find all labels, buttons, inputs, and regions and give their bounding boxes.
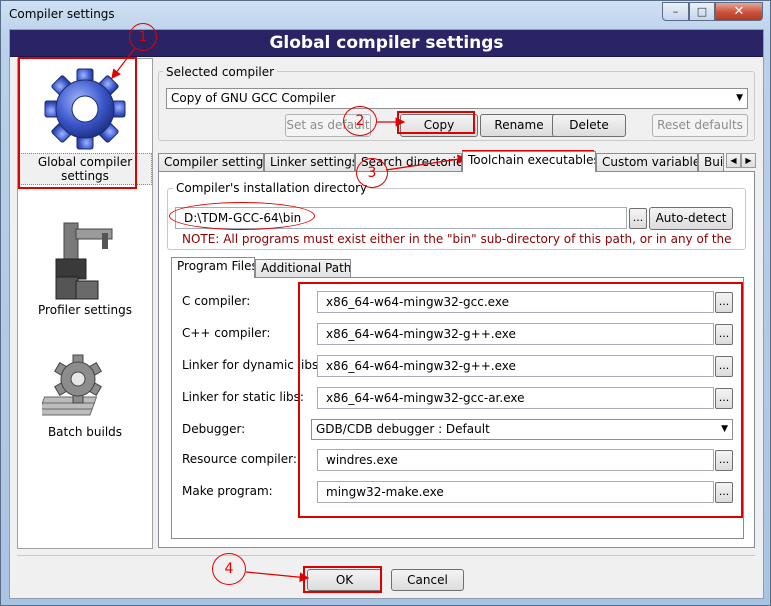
program-label: Resource compiler: xyxy=(182,452,297,466)
c-compiler-browse-button[interactable]: ... xyxy=(715,292,733,313)
compiler-select-value: Copy of GNU GCC Compiler xyxy=(171,91,336,105)
debugger-select-value: GDB/CDB debugger : Default xyxy=(316,422,490,436)
cpp-compiler-browse-button[interactable]: ... xyxy=(715,324,733,345)
rename-button[interactable]: Rename xyxy=(480,114,558,137)
copy-button[interactable]: Copy xyxy=(400,114,478,137)
program-label: C compiler: xyxy=(182,294,251,308)
program-label: Linker for dynamic libs: xyxy=(182,358,323,372)
cancel-button[interactable]: Cancel xyxy=(391,569,464,591)
program-label: Debugger: xyxy=(182,422,246,436)
auto-detect-button[interactable]: Auto-detect xyxy=(649,207,733,230)
set-as-default-button[interactable]: Set as default xyxy=(285,114,371,137)
tab-build-options[interactable]: Bui xyxy=(698,153,724,171)
program-label: C++ compiler: xyxy=(182,326,271,340)
chevron-down-icon: ▼ xyxy=(736,93,743,103)
title-bar[interactable]: Compiler settings – □ ✕ xyxy=(1,1,770,29)
gear-icon xyxy=(42,65,128,151)
sidebar-item-global-compiler-settings[interactable]: Global compiler settings xyxy=(18,65,152,185)
cpp-compiler-input[interactable]: x86_64-w64-mingw32-g++.exe xyxy=(317,323,714,345)
tab-toolchain-executables[interactable]: Toolchain executables xyxy=(462,151,596,172)
make-program-input[interactable]: mingw32-make.exe xyxy=(317,481,714,503)
toolchain-tab-page: Compiler's installation directory D:\TDM… xyxy=(158,171,755,548)
resource-compiler-input[interactable]: windres.exe xyxy=(317,449,714,471)
program-label: Linker for static libs: xyxy=(182,390,304,404)
tab-compiler-settings[interactable]: Compiler settings xyxy=(158,153,264,171)
footer-divider xyxy=(17,555,755,556)
static-linker-input[interactable]: x86_64-w64-mingw32-gcc-ar.exe xyxy=(317,387,714,409)
dialog-client-area: Global compiler settings Global compiler… xyxy=(9,29,764,599)
selected-compiler-legend: Selected compiler xyxy=(163,65,278,79)
close-button[interactable]: ✕ xyxy=(715,2,763,21)
resource-compiler-browse-button[interactable]: ... xyxy=(715,450,733,471)
dynamic-linker-input[interactable]: x86_64-w64-mingw32-g++.exe xyxy=(317,355,714,377)
install-dir-legend: Compiler's installation directory xyxy=(173,181,371,195)
sidebar-item-batch-builds[interactable]: Batch builds xyxy=(18,349,152,439)
tab-scroll-left-icon[interactable]: ◀ xyxy=(726,153,741,168)
window-title: Compiler settings xyxy=(9,7,115,21)
debugger-select[interactable]: GDB/CDB debugger : Default ▼ xyxy=(311,419,733,440)
batch-builds-icon xyxy=(37,349,128,423)
tab-scroll-right-icon[interactable]: ▶ xyxy=(741,153,756,168)
dialog-window: Compiler settings – □ ✕ Global compiler … xyxy=(0,0,771,606)
reset-defaults-button[interactable]: Reset defaults xyxy=(652,114,748,137)
program-label: Make program: xyxy=(182,484,273,498)
c-compiler-input[interactable]: x86_64-w64-mingw32-gcc.exe xyxy=(317,291,714,313)
minimize-button[interactable]: – xyxy=(662,2,689,21)
dynamic-linker-browse-button[interactable]: ... xyxy=(715,356,733,377)
profiler-icon xyxy=(42,219,128,301)
delete-button[interactable]: Delete xyxy=(552,114,626,137)
page-title: Global compiler settings xyxy=(10,30,763,57)
subtab-program-files[interactable]: Program Files xyxy=(171,257,255,278)
ok-button[interactable]: OK xyxy=(307,569,382,591)
static-linker-browse-button[interactable]: ... xyxy=(715,388,733,409)
sidebar-item-profiler-settings[interactable]: Profiler settings xyxy=(18,219,152,317)
subtab-additional-paths[interactable]: Additional Paths xyxy=(255,259,351,277)
tab-linker-settings[interactable]: Linker settings xyxy=(264,153,355,171)
sidebar-item-label: Batch builds xyxy=(47,425,123,439)
chevron-down-icon: ▼ xyxy=(721,424,728,434)
sidebar-item-label: Global compiler settings xyxy=(18,153,152,185)
tab-custom-variables[interactable]: Custom variables xyxy=(596,153,698,171)
tab-search-directories[interactable]: Search directories xyxy=(355,153,462,171)
settings-category-list: Global compiler settings Profiler settin… xyxy=(17,58,153,549)
make-program-browse-button[interactable]: ... xyxy=(715,482,733,503)
install-dir-browse-button[interactable]: ... xyxy=(629,208,647,229)
settings-tab-bar: Compiler settings Linker settings Search… xyxy=(158,151,728,172)
compiler-select[interactable]: Copy of GNU GCC Compiler ▼ xyxy=(166,88,748,109)
program-files-page: C compiler: x86_64-w64-mingw32-gcc.exe .… xyxy=(171,277,744,539)
install-dir-note: NOTE: All programs must exist either in … xyxy=(182,232,732,246)
install-dir-input[interactable]: D:\TDM-GCC-64\bin xyxy=(175,207,627,229)
maximize-button[interactable]: □ xyxy=(689,2,715,21)
sidebar-item-label: Profiler settings xyxy=(38,303,132,317)
